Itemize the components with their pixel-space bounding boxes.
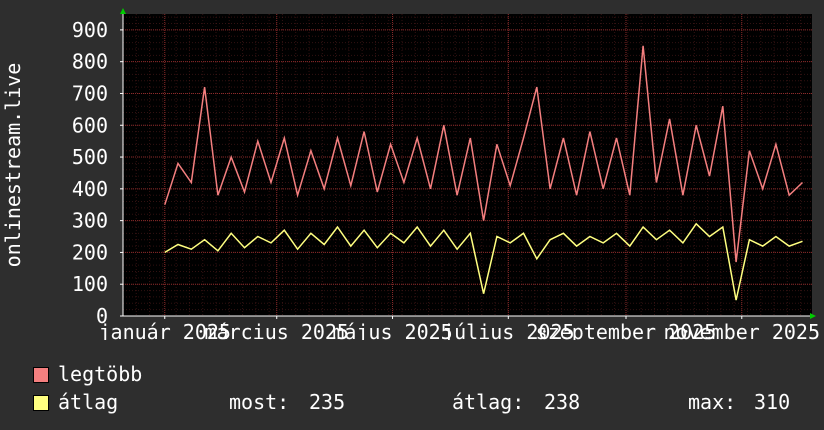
stat-most-value: 235: [309, 390, 346, 414]
y-tick-label: 700: [72, 81, 108, 105]
y-tick-label: 600: [72, 113, 108, 137]
stat-avg-value: 238: [544, 390, 581, 414]
x-ticks: január 2025március 2025május 2025július …: [99, 316, 820, 340]
x-tick-label: május 2025: [332, 320, 452, 340]
y-tick-label: 900: [72, 18, 108, 42]
y-tick-label: 300: [72, 209, 108, 233]
legend-swatch-atlag: [33, 395, 49, 411]
legend-label-atlag: átlag: [58, 390, 119, 414]
y-axis-label: onlinestream.live: [1, 63, 25, 268]
legend-label-legtobb: legtöbb: [58, 362, 143, 386]
y-tick-label: 500: [72, 145, 108, 169]
x-tick-label: március 2025: [204, 320, 349, 340]
legend-swatch-legtobb: [33, 367, 49, 383]
y-tick-label: 100: [72, 272, 108, 296]
stat-avg-label: átlag:: [452, 390, 525, 414]
y-tick-label: 800: [72, 50, 108, 74]
chart: 0100200300400500600700800900 január 2025…: [1, 8, 820, 340]
y-tick-label: 400: [72, 177, 108, 201]
y-tick-label: 200: [72, 240, 108, 264]
stat-max-value: 310: [754, 390, 791, 414]
y-ticks: 0100200300400500600700800900: [72, 18, 123, 328]
x-tick-label: november 2025: [663, 320, 820, 340]
plot-area: [123, 14, 812, 316]
stat-max-label: max:: [688, 390, 737, 414]
x-axis-arrow: [810, 313, 816, 319]
y-axis-arrow: [120, 8, 126, 14]
stat-most-label: most:: [229, 390, 290, 414]
